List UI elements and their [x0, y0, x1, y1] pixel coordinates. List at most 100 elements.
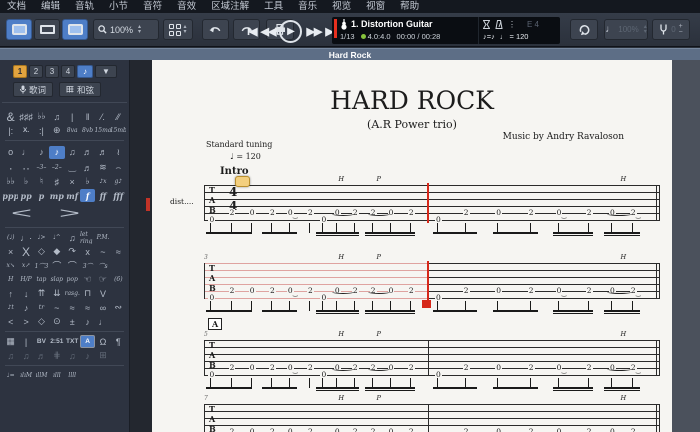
palette-item[interactable]: ∞ [95, 301, 110, 314]
fret-number[interactable]: 2 [585, 428, 593, 432]
menu-item-1[interactable]: 编辑 [41, 0, 60, 13]
palette-item[interactable]: ♫ [65, 231, 80, 244]
track-name[interactable]: 1. Distortion Guitar [351, 19, 433, 29]
palette-item[interactable]: ⌒ [49, 259, 64, 272]
palette-item[interactable]: ♪ [80, 315, 95, 328]
palette-item[interactable]: ↷ [65, 245, 80, 258]
palette-item[interactable]: | [65, 110, 80, 123]
palette-item[interactable]: 3⌒ [80, 259, 95, 272]
tab-staff-2[interactable]: T A B 3 0 2 0 2 0 ‿ 2 0 0 2 2 0 2 H P 0 2 0 2 0 ‿ 2 0 2 ‿ H [204, 253, 660, 323]
voice-button-3[interactable]: 3 [45, 65, 59, 78]
palette-item[interactable]: ♯♯♯ [18, 110, 33, 123]
fret-number[interactable]: 2 [585, 209, 593, 216]
zoom-spinner[interactable]: ▴ ▾ [138, 24, 141, 35]
palette-item[interactable]: ♩ [95, 315, 110, 328]
palette-item[interactable]: ♪t [3, 301, 18, 314]
palette-item[interactable]: let ring [80, 231, 95, 244]
palette-item[interactable]: ~ [95, 245, 110, 258]
fret-number[interactable]: 2 [268, 364, 276, 371]
palette-item[interactable]: x [80, 245, 95, 258]
edit-cursor[interactable] [235, 176, 250, 187]
palette-item[interactable]: ⌢ [111, 161, 126, 174]
palette-item[interactable]: x↘ [3, 259, 18, 272]
tab-staff-4[interactable]: TAB702020‿2002202HP02020‿202‿H [204, 394, 660, 432]
palette-item[interactable]: ♭♭ [34, 110, 49, 123]
palette-item[interactable]: ~ [49, 301, 64, 314]
palette-item[interactable]: ♯ [49, 175, 64, 188]
palette-item[interactable]: |: [3, 124, 18, 137]
transpose-control[interactable]: 0 + − [652, 19, 690, 40]
relative-speed-control[interactable]: ♩ 100% ▴ ▾ [604, 19, 648, 40]
palette-item[interactable]: ⁄. [95, 110, 110, 123]
palette-item[interactable]: x↗ [18, 259, 33, 272]
note-mode-button[interactable]: ♪ [77, 65, 93, 78]
chords-button[interactable]: 和弦 [59, 82, 102, 97]
fret-number[interactable]: 2 [268, 287, 276, 294]
fret-number[interactable]: 2 [585, 287, 593, 294]
palette-item[interactable]: ♪ [49, 145, 65, 159]
fret-number[interactable]: 0 [434, 371, 442, 378]
palette-item[interactable]: ♪x [95, 175, 110, 188]
palette-item[interactable]: ♫ [65, 349, 80, 362]
menu-item-10[interactable]: 视窗 [366, 0, 385, 13]
palette-item[interactable]: ♩ [18, 146, 33, 159]
palette-item[interactable]: | [18, 335, 33, 348]
document-tab-bar[interactable]: Hard Rock [0, 48, 700, 60]
palette-item[interactable]: ≈ [65, 301, 80, 314]
palette-item[interactable]: ♬ [80, 146, 95, 159]
palette-item[interactable]: ♩^ [49, 231, 64, 244]
palette-item[interactable]: H/P [18, 273, 33, 286]
fret-number[interactable]: 0 [495, 428, 503, 432]
palette-item[interactable]: ılll [49, 369, 64, 382]
palette-item[interactable]: g♪ [111, 175, 126, 188]
fret-number[interactable]: 0 [320, 216, 328, 223]
palette-item[interactable]: ⇊ [49, 287, 64, 300]
palette-item[interactable]: (6) [111, 273, 126, 286]
palette-item[interactable]: fff [111, 189, 126, 202]
fret-number[interactable]: 2 [462, 364, 470, 371]
palette-item[interactable]: slap [49, 273, 64, 286]
screen-view-button[interactable] [34, 19, 60, 40]
palette-item[interactable]: ılıM [18, 369, 33, 382]
palette-item[interactable]: pop [65, 273, 80, 286]
palette-item[interactable]: V [95, 287, 110, 300]
palette-item[interactable]: ♫ [18, 349, 33, 362]
palette-item[interactable]: H [3, 273, 18, 286]
palette-item[interactable]: BV [34, 335, 49, 348]
menu-item-4[interactable]: 音符 [143, 0, 162, 13]
fret-number[interactable]: 2 [228, 287, 236, 294]
fret-number[interactable]: 0 [248, 364, 256, 371]
palette-item[interactable]: ♩· [18, 231, 33, 244]
fret-number[interactable]: 2 [307, 364, 314, 371]
palette-item[interactable]: ¶ [111, 335, 126, 348]
fret-number[interactable]: 2 [307, 287, 314, 294]
fret-number[interactable]: 2 [527, 209, 535, 216]
fret-number[interactable]: 2 [527, 428, 535, 432]
menu-item-0[interactable]: 文档 [7, 0, 26, 13]
palette-item[interactable]: ♫ [65, 146, 80, 159]
palette-item[interactable]: ppp [3, 189, 18, 202]
fret-number[interactable]: 0 [320, 294, 328, 301]
palette-item[interactable]: ♩> [34, 231, 49, 244]
palette-item[interactable]: –3– [34, 161, 49, 174]
voice-button-4[interactable]: 4 [61, 65, 75, 78]
palette-item[interactable]: ♩= [3, 369, 18, 382]
palette-item[interactable]: ⊓ [80, 287, 95, 300]
palette-item[interactable]: · [3, 161, 18, 174]
fret-number[interactable]: 2 [228, 209, 236, 216]
voice-button-1[interactable]: 1 [13, 65, 27, 78]
score-page[interactable]: HARD ROCK (A.R Power trio) Music by Andr… [152, 60, 672, 432]
palette-item[interactable]: ♭ [80, 175, 95, 188]
rewind-button[interactable]: ◀◀ [261, 25, 277, 38]
palette-item[interactable]: ♪ [34, 146, 49, 159]
tab-staff-3[interactable]: T A B 5 A 0 2 0 2 0 ‿ 2 0 0 2 2 0 2 H P 0 2 0 2 0 ‿ 2 0 2 ‿ H [204, 318, 660, 400]
palette-item[interactable]: mf [65, 189, 80, 202]
palette-item[interactable]: ◇ [34, 315, 49, 328]
palette-item[interactable]: o [3, 146, 18, 159]
vertical-view-button[interactable] [62, 19, 88, 40]
palette-item[interactable]: llll [65, 369, 80, 382]
palette-item[interactable]: < [3, 315, 18, 328]
palette-item[interactable]: 15ma [95, 124, 110, 137]
palette-item[interactable]: & [3, 110, 18, 123]
kebab-menu-icon[interactable]: ⋮ [508, 20, 516, 29]
